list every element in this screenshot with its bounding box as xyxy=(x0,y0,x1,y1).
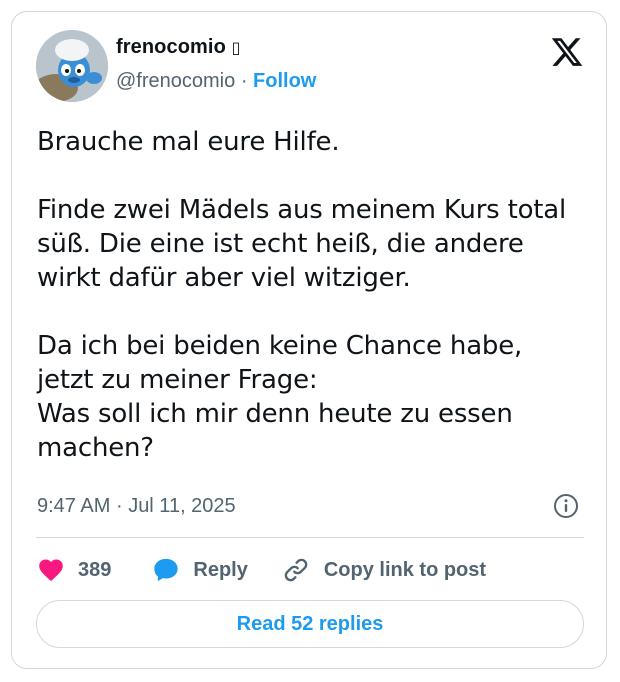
link-icon xyxy=(282,556,310,584)
author-name-text: frenocomio xyxy=(116,36,226,58)
reply-button[interactable]: Reply xyxy=(151,556,248,584)
author-name-emoji: ▯ xyxy=(231,40,241,57)
reply-label: Reply xyxy=(193,558,248,581)
avatar[interactable] xyxy=(36,30,108,102)
tweet-embed-card: frenocomio ▯ @frenocomio · Follow Brauch… xyxy=(11,11,607,669)
tweet-time: 9:47 AM xyxy=(37,495,111,517)
tweet-actions: 389 Reply Copy link to post xyxy=(36,555,486,585)
tweet-text: Brauche mal eure Hilfe. Finde zwei Mädel… xyxy=(37,127,567,463)
reply-bubble-icon xyxy=(151,556,181,584)
read-replies-button[interactable]: Read 52 replies xyxy=(36,600,584,648)
info-icon[interactable] xyxy=(553,493,579,519)
like-count: 389 xyxy=(78,558,112,581)
copy-link-button[interactable]: Copy link to post xyxy=(282,556,486,584)
author-display-name[interactable]: frenocomio ▯ xyxy=(116,36,240,59)
like-button[interactable]: 389 xyxy=(36,556,111,584)
avatar-image xyxy=(36,30,108,102)
author-handle[interactable]: @frenocomio xyxy=(116,70,235,92)
handle-separator: · xyxy=(240,70,248,92)
heart-icon xyxy=(36,556,66,584)
timestamp-separator: · xyxy=(115,495,123,517)
divider xyxy=(36,537,584,538)
tweet-date: Jul 11, 2025 xyxy=(128,495,236,517)
x-logo-icon[interactable] xyxy=(550,35,584,69)
follow-button[interactable]: Follow xyxy=(253,70,316,92)
read-replies-label: Read 52 replies xyxy=(236,612,384,635)
author-handle-line: @frenocomio · Follow xyxy=(116,70,316,93)
copy-link-label: Copy link to post xyxy=(323,558,487,581)
tweet-timestamp[interactable]: 9:47 AM · Jul 11, 2025 xyxy=(37,495,236,518)
